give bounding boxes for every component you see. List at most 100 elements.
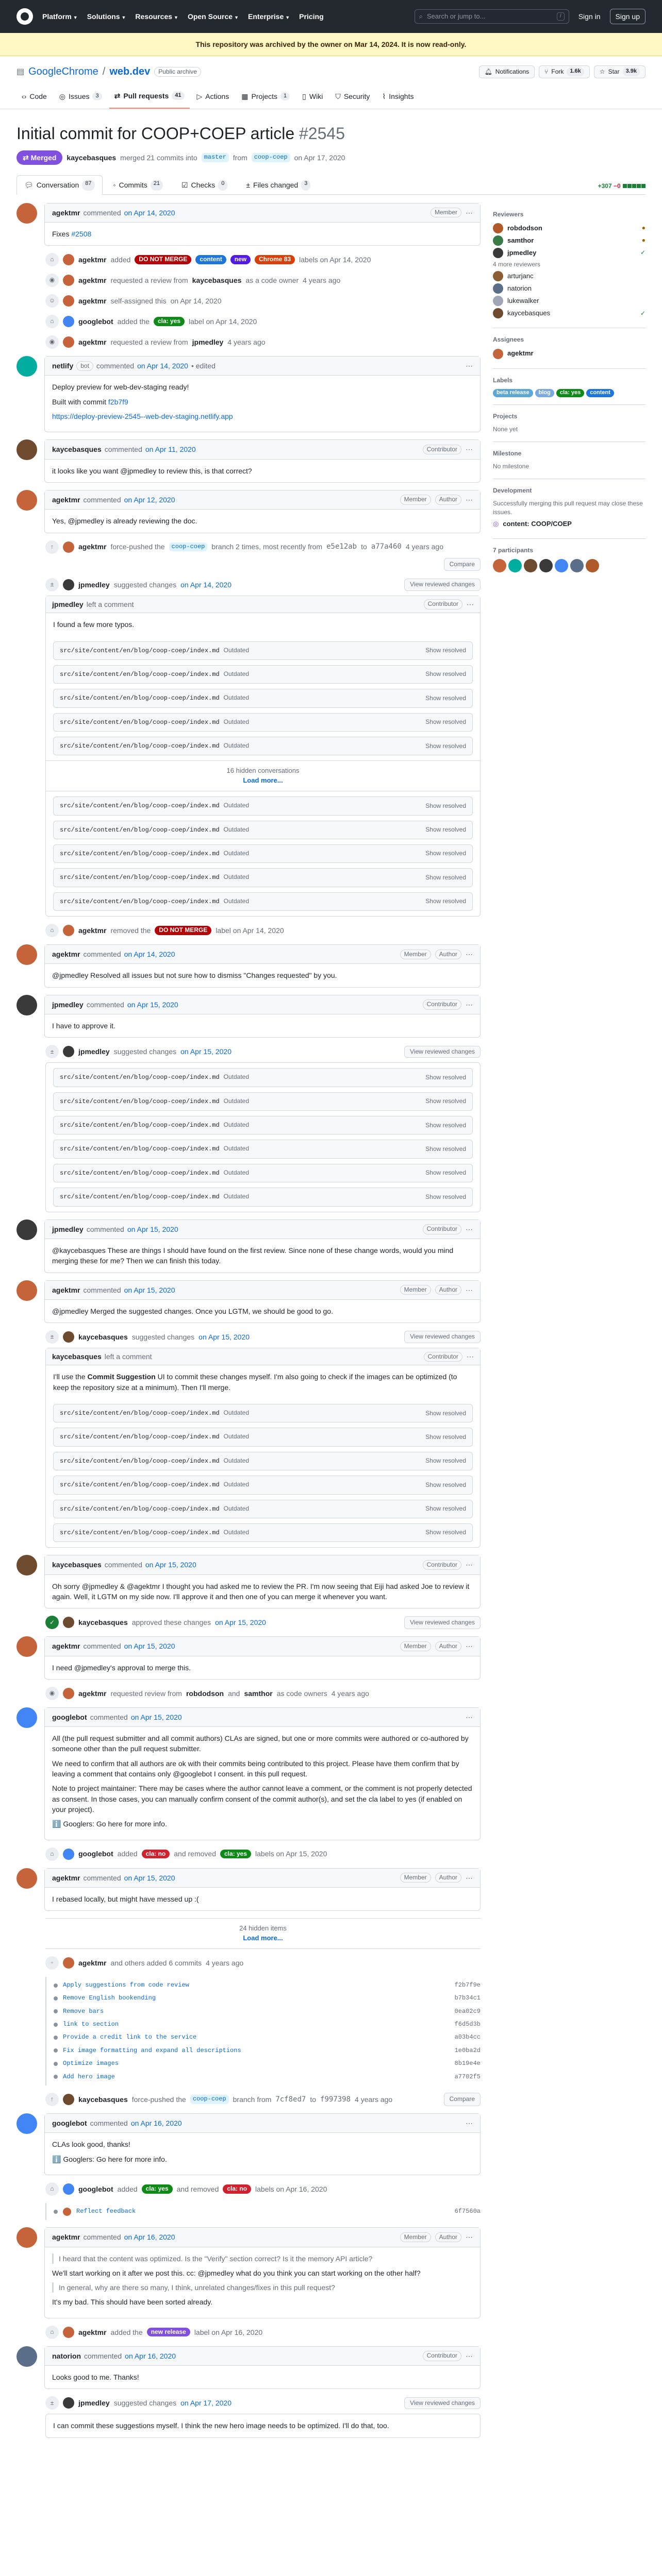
commit-row[interactable]: link to section f6d5d3b: [54, 2018, 481, 2031]
kebab-menu-icon[interactable]: ⋯: [466, 1224, 473, 1234]
commit-row[interactable]: Apply suggestions from code review f2b7f9…: [54, 1979, 481, 1992]
tab-checks[interactable]: ☑ Checks 0: [174, 175, 235, 194]
review-thread[interactable]: src/site/content/en/blog/coop-coep/index…: [53, 1499, 473, 1518]
head-branch[interactable]: coop-coep: [251, 153, 290, 162]
label-badge[interactable]: cla: yes: [220, 1849, 252, 1859]
review-thread[interactable]: src/site/content/en/blog/coop-coep/index…: [53, 1068, 473, 1087]
tab-security[interactable]: ⛉ Security: [330, 87, 375, 108]
kebab-menu-icon[interactable]: ⋯: [466, 444, 473, 454]
view-reviewed-changes-button[interactable]: View reviewed changes: [404, 1616, 481, 1629]
review-thread[interactable]: src/site/content/en/blog/coop-coep/index…: [53, 1523, 473, 1543]
nav-platform[interactable]: Platform ▼: [42, 11, 78, 22]
nav-solutions[interactable]: Solutions ▼: [87, 11, 126, 22]
kebab-menu-icon[interactable]: ⋯: [466, 1641, 473, 1651]
load-more-link[interactable]: Load more...: [51, 776, 475, 786]
review-thread[interactable]: src/site/content/en/blog/coop-coep/index…: [53, 1476, 473, 1495]
label-badge[interactable]: cla: yes: [556, 389, 585, 398]
label-badge[interactable]: cla: yes: [153, 317, 185, 326]
review-thread[interactable]: src/site/content/en/blog/coop-coep/index…: [53, 689, 473, 708]
compare-button[interactable]: Compare: [443, 2093, 481, 2106]
nav-enterprise[interactable]: Enterprise ▼: [248, 11, 290, 22]
review-thread[interactable]: src/site/content/en/blog/coop-coep/index…: [53, 1116, 473, 1135]
commit-row[interactable]: Optimize images 8b19e4e: [54, 2057, 481, 2070]
label-badge[interactable]: beta release: [493, 389, 533, 398]
view-reviewed-changes-button[interactable]: View reviewed changes: [404, 2397, 481, 2409]
kebab-menu-icon[interactable]: ⋯: [466, 1712, 473, 1722]
kebab-menu-icon[interactable]: ⋯: [466, 1560, 473, 1570]
nav-pricing[interactable]: Pricing: [299, 11, 323, 22]
repo-owner-link[interactable]: GoogleChrome: [28, 64, 98, 79]
fork-button[interactable]: ⑂ Fork 1.6k: [539, 65, 590, 79]
nav-open-source[interactable]: Open Source ▼: [188, 11, 239, 22]
avatar[interactable]: [16, 1280, 37, 1301]
review-thread[interactable]: src/site/content/en/blog/coop-coep/index…: [53, 713, 473, 732]
nav-resources[interactable]: Resources ▼: [135, 11, 178, 22]
review-thread[interactable]: src/site/content/en/blog/coop-coep/index…: [53, 868, 473, 887]
commit-row[interactable]: Provide a credit link to the service a03b…: [54, 2031, 481, 2044]
label-badge[interactable]: blog: [535, 389, 554, 398]
tab-files-changed[interactable]: ± Files changed 3: [238, 175, 318, 194]
commit-row[interactable]: Reflect feedback 6f7560a: [54, 2205, 481, 2218]
sign-up-button[interactable]: Sign up: [609, 8, 646, 25]
label-badge[interactable]: cla: yes: [141, 2184, 173, 2194]
kebab-menu-icon[interactable]: ⋯: [466, 361, 473, 371]
review-thread[interactable]: src/site/content/en/blog/coop-coep/index…: [53, 665, 473, 684]
avatar[interactable]: [570, 559, 584, 573]
tab-code[interactable]: ‹› Code: [16, 87, 52, 108]
avatar[interactable]: [524, 559, 537, 573]
kebab-menu-icon[interactable]: ⋯: [466, 949, 473, 959]
review-thread[interactable]: src/site/content/en/blog/coop-coep/index…: [53, 1163, 473, 1183]
review-thread[interactable]: src/site/content/en/blog/coop-coep/index…: [53, 641, 473, 660]
commit-row[interactable]: Remove English bookending b7b34c1: [54, 1992, 481, 2005]
tab-conversation[interactable]: 💬︎ Conversation 87: [16, 175, 103, 195]
label-badge[interactable]: new: [230, 255, 251, 264]
review-thread[interactable]: src/site/content/en/blog/coop-coep/index…: [53, 1404, 473, 1423]
star-button[interactable]: ☆ Star 3.9k: [593, 65, 646, 79]
tab-pull-requests[interactable]: ⇄ Pull requests 41: [109, 87, 190, 109]
view-reviewed-changes-button[interactable]: View reviewed changes: [404, 1331, 481, 1343]
commit-link[interactable]: f2b7f9: [108, 398, 128, 406]
label-badge[interactable]: DO NOT MERGE: [155, 926, 212, 935]
review-thread[interactable]: src/site/content/en/blog/coop-coep/index…: [53, 892, 473, 911]
kebab-menu-icon[interactable]: ⋯: [466, 2118, 473, 2128]
kebab-menu-icon[interactable]: ⋯: [467, 599, 474, 609]
avatar[interactable]: [16, 489, 37, 511]
kebab-menu-icon[interactable]: ⋯: [466, 1285, 473, 1295]
kebab-menu-icon[interactable]: ⋯: [467, 1351, 474, 1362]
tab-projects[interactable]: ▦ Projects 1: [236, 87, 295, 108]
kebab-menu-icon[interactable]: ⋯: [466, 999, 473, 1010]
review-thread[interactable]: src/site/content/en/blog/coop-coep/index…: [53, 1188, 473, 1207]
issue-link[interactable]: #2508: [71, 230, 91, 238]
avatar[interactable]: [16, 1555, 37, 1576]
review-thread[interactable]: src/site/content/en/blog/coop-coep/index…: [53, 1140, 473, 1159]
tab-issues[interactable]: ◎ Issues 3: [54, 87, 107, 108]
label-badge[interactable]: DO NOT MERGE: [135, 255, 192, 264]
label-badge[interactable]: cla: no: [223, 2184, 252, 2194]
assignee-row[interactable]: agektmr: [493, 348, 646, 359]
load-more-link[interactable]: Load more...: [51, 1934, 475, 1943]
review-thread[interactable]: src/site/content/en/blog/coop-coep/index…: [53, 1451, 473, 1471]
view-reviewed-changes-button[interactable]: View reviewed changes: [404, 579, 481, 591]
kebab-menu-icon[interactable]: ⋯: [466, 2351, 473, 2361]
avatar[interactable]: [16, 2346, 37, 2367]
label-badge[interactable]: new release: [146, 2328, 190, 2337]
avatar[interactable]: [16, 202, 37, 224]
avatar[interactable]: [539, 559, 553, 573]
kebab-menu-icon[interactable]: ⋯: [466, 495, 473, 505]
avatar[interactable]: [493, 559, 506, 573]
linked-issue[interactable]: ◎ content: COOP/COEP: [493, 519, 646, 529]
review-thread[interactable]: src/site/content/en/blog/coop-coep/index…: [53, 1428, 473, 1447]
search-input[interactable]: ⌕ Search or jump to... /: [414, 9, 569, 24]
avatar[interactable]: [16, 994, 37, 1015]
reviewer-row[interactable]: samthor ●: [493, 235, 646, 246]
deploy-preview-link[interactable]: https://deploy-preview-2545--web-dev-sta…: [52, 412, 233, 420]
avatar[interactable]: [16, 439, 37, 461]
kebab-menu-icon[interactable]: ⋯: [466, 208, 473, 218]
reviewer-row[interactable]: lukewalker: [493, 296, 646, 307]
avatar[interactable]: [16, 1219, 37, 1240]
base-branch[interactable]: master: [201, 153, 229, 162]
reviewer-row[interactable]: natorion: [493, 283, 646, 294]
kebab-menu-icon[interactable]: ⋯: [466, 2232, 473, 2242]
reviewer-row[interactable]: robdodson ●: [493, 223, 646, 233]
review-thread[interactable]: src/site/content/en/blog/coop-coep/index…: [53, 1092, 473, 1111]
